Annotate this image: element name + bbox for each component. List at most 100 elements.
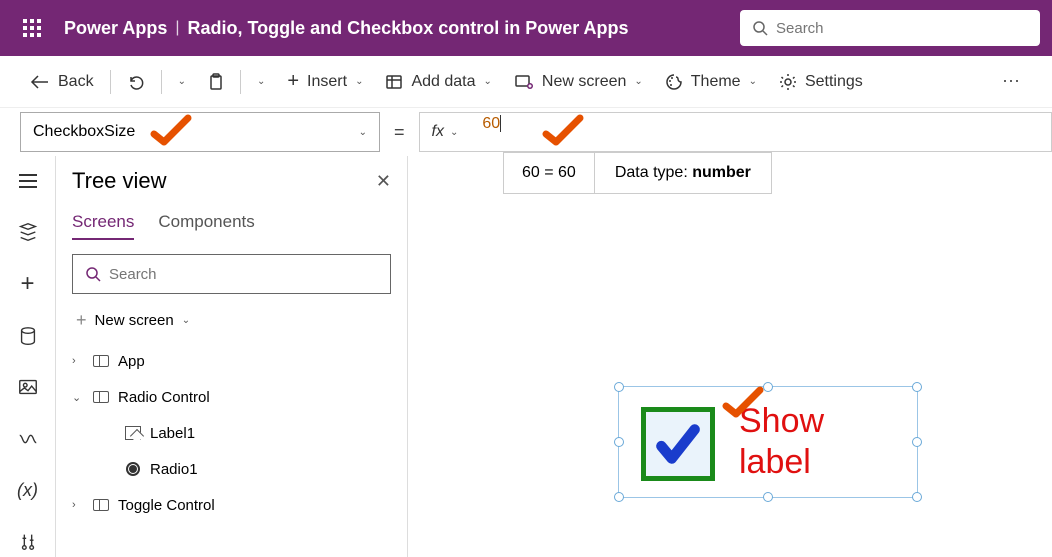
chevron-right-icon: › <box>72 499 84 511</box>
chevron-down-icon: ⌄ <box>484 76 492 87</box>
resize-handle[interactable] <box>912 437 922 447</box>
settings-button[interactable]: Settings <box>769 67 873 97</box>
insert-button[interactable]: + Insert ⌄ <box>277 64 373 99</box>
resize-handle[interactable] <box>614 437 624 447</box>
hint-type-value: number <box>692 164 751 181</box>
close-icon[interactable]: ✕ <box>376 171 391 192</box>
add-data-button[interactable]: Add data ⌄ <box>375 67 501 97</box>
tree-item-toggle-control[interactable]: › Toggle Control <box>72 487 391 523</box>
tree-item-label: Radio1 <box>150 461 198 478</box>
checkbox-control[interactable] <box>641 407 715 481</box>
tree-item-label: Radio Control <box>118 389 210 406</box>
page-title: Radio, Toggle and Checkbox control in Po… <box>188 18 629 39</box>
formula-input[interactable]: 60 <box>470 112 1052 152</box>
arrow-left-icon <box>30 74 50 90</box>
resize-handle[interactable] <box>912 492 922 502</box>
tab-components[interactable]: Components <box>158 212 254 240</box>
plus-icon: + <box>287 70 299 93</box>
tree-item-label: Label1 <box>150 425 195 442</box>
checkbox-label: Showlabel <box>739 401 824 483</box>
tree-view-icon[interactable] <box>8 218 48 248</box>
left-rail: + (x) <box>0 156 56 557</box>
property-name: CheckboxSize <box>33 123 135 141</box>
plus-icon: + <box>76 310 87 331</box>
tree-search[interactable] <box>72 254 391 294</box>
new-screen-button[interactable]: New screen ⌄ <box>504 67 653 97</box>
hamburger-icon[interactable] <box>8 166 48 196</box>
chevron-down-icon: ⌄ <box>182 315 190 326</box>
hint-evaluation: 60 = 60 <box>504 153 595 193</box>
chevron-right-icon: › <box>72 355 84 367</box>
tree-item-radio1[interactable]: Radio1 <box>72 451 391 487</box>
resize-handle[interactable] <box>614 492 624 502</box>
hint-type-label: Data type: <box>615 164 692 181</box>
undo-icon <box>127 73 145 91</box>
app-icon <box>93 355 109 367</box>
property-dropdown[interactable]: CheckboxSize ⌄ <box>20 112 380 152</box>
tree-search-input[interactable] <box>109 266 378 283</box>
insert-icon[interactable]: + <box>8 269 48 299</box>
chevron-down-icon: ⌄ <box>749 76 757 87</box>
undo-dropdown[interactable]: ⌄ <box>168 70 196 93</box>
paste-dropdown[interactable]: ⌄ <box>247 70 275 93</box>
chevron-down-icon: ⌄ <box>355 76 363 87</box>
paste-button[interactable] <box>198 67 234 97</box>
back-button[interactable]: Back <box>20 67 104 97</box>
theme-button[interactable]: Theme ⌄ <box>655 67 767 97</box>
resize-handle[interactable] <box>763 382 773 392</box>
chevron-down-icon: ⌄ <box>450 127 458 138</box>
canvas[interactable]: Showlabel <box>408 156 1052 557</box>
new-screen-label: New screen <box>95 312 174 329</box>
equals-sign: = <box>394 122 405 143</box>
back-label: Back <box>58 73 94 91</box>
app-launcher-icon[interactable] <box>12 8 52 48</box>
insert-label: Insert <box>307 73 347 91</box>
palette-icon <box>665 73 683 91</box>
app-name: Power Apps <box>64 18 167 39</box>
chevron-down-icon: ⌄ <box>634 76 642 87</box>
tree-view-panel: Tree view ✕ Screens Components + New scr… <box>56 156 408 557</box>
data-icon <box>385 73 403 91</box>
screen-plus-icon <box>514 73 534 91</box>
undo-button[interactable] <box>117 67 155 97</box>
tree-item-label: App <box>118 353 145 370</box>
label-icon <box>125 426 141 440</box>
fx-button[interactable]: fx ⌄ <box>419 112 471 152</box>
resize-handle[interactable] <box>614 382 624 392</box>
tree-item-label: Toggle Control <box>118 497 215 514</box>
variables-icon[interactable]: (x) <box>8 476 48 506</box>
screen-icon <box>93 391 109 403</box>
tree-item-label1[interactable]: Label1 <box>72 415 391 451</box>
resize-handle[interactable] <box>912 382 922 392</box>
chevron-down-icon: ⌄ <box>72 391 84 404</box>
settings-label: Settings <box>805 73 863 91</box>
tree-item-app[interactable]: › App <box>72 343 391 379</box>
add-data-label: Add data <box>411 73 475 91</box>
global-search-input[interactable] <box>776 20 1028 37</box>
search-icon <box>752 20 768 36</box>
header-separator: | <box>175 19 179 37</box>
formula-value: 60 <box>482 115 500 132</box>
more-button[interactable]: ⋯ <box>990 65 1032 98</box>
gear-icon <box>779 73 797 91</box>
tree-title: Tree view <box>72 168 167 194</box>
tools-icon[interactable] <box>8 527 48 557</box>
check-icon <box>653 419 703 469</box>
global-search[interactable] <box>740 10 1040 46</box>
media-icon[interactable] <box>8 373 48 403</box>
formula-hint: 60 = 60 Data type: number <box>503 152 772 194</box>
fx-label: fx <box>432 123 444 141</box>
selection-box[interactable]: Showlabel <box>618 386 918 498</box>
theme-label: Theme <box>691 73 741 91</box>
chevron-down-icon: ⌄ <box>359 127 367 138</box>
tab-screens[interactable]: Screens <box>72 212 134 240</box>
new-screen-label: New screen <box>542 73 626 91</box>
screen-icon <box>93 499 109 511</box>
new-screen-button[interactable]: + New screen ⌄ <box>72 304 391 337</box>
tree-item-radio-control[interactable]: ⌄ Radio Control <box>72 379 391 415</box>
clipboard-icon <box>208 73 224 91</box>
radio-icon <box>126 462 140 476</box>
data-icon[interactable] <box>8 321 48 351</box>
resize-handle[interactable] <box>763 492 773 502</box>
flows-icon[interactable] <box>8 424 48 454</box>
